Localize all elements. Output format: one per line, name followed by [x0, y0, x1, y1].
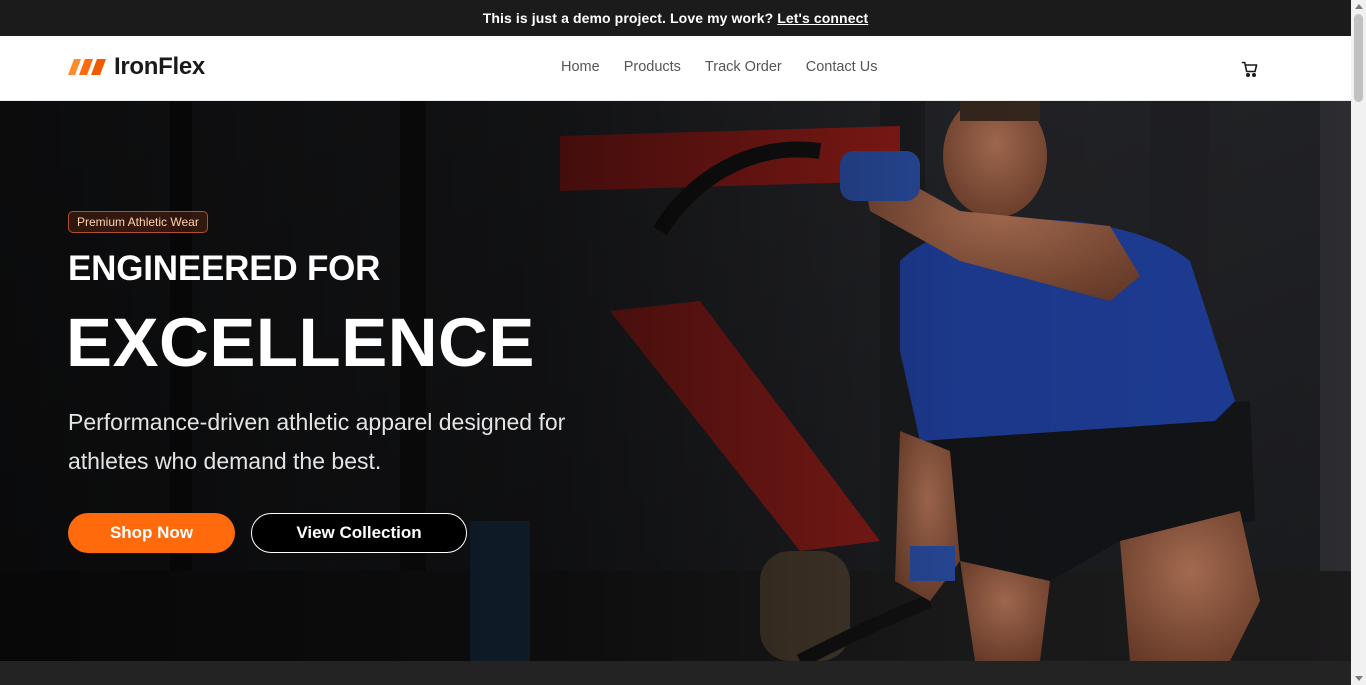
next-section-edge — [0, 661, 1351, 685]
announcement-bar: This is just a demo project. Love my wor… — [0, 0, 1351, 36]
lets-connect-link[interactable]: Let's connect — [777, 10, 868, 26]
hero-section: Premium Athletic Wear ENGINEERED FOR EXC… — [0, 101, 1351, 661]
navbar: IronFlex Home Products Track Order Conta… — [0, 36, 1351, 101]
brand-name: IronFlex — [114, 53, 205, 80]
announcement-text: This is just a demo project. Love my wor… — [482, 10, 774, 26]
shop-now-button[interactable]: Shop Now — [68, 513, 235, 553]
main-nav: Home Products Track Order Contact Us — [561, 59, 877, 75]
nav-link-products[interactable]: Products — [624, 59, 681, 75]
cart-icon[interactable] — [1241, 60, 1259, 78]
hero-subtitle: ENGINEERED FOR — [68, 249, 381, 288]
nav-link-track-order[interactable]: Track Order — [705, 59, 782, 75]
view-collection-button[interactable]: View Collection — [251, 513, 467, 553]
hero-badge: Premium Athletic Wear — [68, 211, 208, 233]
page-scrollbar[interactable] — [1351, 0, 1366, 685]
scrollbar-thumb[interactable] — [1354, 14, 1363, 102]
hero-description: Performance-driven athletic apparel desi… — [68, 409, 566, 474]
nav-link-home[interactable]: Home — [561, 59, 600, 75]
scroll-down-arrow-icon[interactable] — [1355, 676, 1363, 681]
slanted-stripes-logo-icon — [68, 59, 106, 75]
nav-link-contact-us[interactable]: Contact Us — [806, 59, 878, 75]
scroll-up-arrow-icon[interactable] — [1355, 4, 1363, 9]
hero-title: EXCELLENCE — [66, 304, 535, 381]
logo[interactable]: IronFlex — [68, 53, 205, 81]
